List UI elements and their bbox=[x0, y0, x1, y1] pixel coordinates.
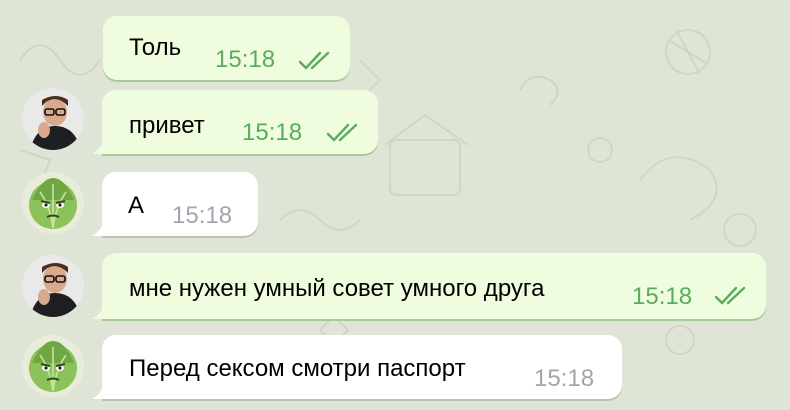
message-bubble[interactable]: Перед сексом смотри паспорт 15:18 bbox=[92, 335, 622, 399]
man-glasses-avatar[interactable] bbox=[22, 255, 84, 317]
bubble-tail bbox=[92, 222, 104, 236]
cabbage-avatar[interactable] bbox=[22, 172, 84, 234]
man-glasses-avatar[interactable] bbox=[22, 88, 84, 150]
message-time: 15:18 bbox=[172, 202, 233, 229]
message-text: мне нужен умный совет умного друга bbox=[129, 275, 545, 302]
double-check-icon bbox=[714, 286, 746, 305]
double-check-icon bbox=[298, 51, 330, 70]
bubble-tail bbox=[92, 305, 104, 319]
message-bubble[interactable]: мне нужен умный совет умного друга 15:18 bbox=[92, 253, 766, 319]
message-bubble[interactable]: А 15:18 bbox=[92, 172, 258, 236]
message-time: 15:18 bbox=[632, 283, 693, 310]
message-bubble[interactable]: Толь 15:18 bbox=[103, 16, 350, 80]
message-bubble[interactable]: привет 15:18 bbox=[92, 90, 378, 154]
cabbage-avatar[interactable] bbox=[22, 335, 84, 397]
message-time: 15:18 bbox=[534, 365, 595, 392]
message-text: Толь bbox=[129, 34, 182, 61]
message-text: А bbox=[128, 192, 145, 219]
bubble-tail bbox=[92, 385, 104, 399]
message-text: Перед сексом смотри паспорт bbox=[129, 355, 466, 382]
message-time: 15:18 bbox=[215, 46, 276, 73]
message-time: 15:18 bbox=[242, 119, 303, 146]
message-text: привет bbox=[129, 112, 205, 139]
double-check-icon bbox=[326, 123, 358, 142]
bubble-tail bbox=[92, 140, 104, 154]
